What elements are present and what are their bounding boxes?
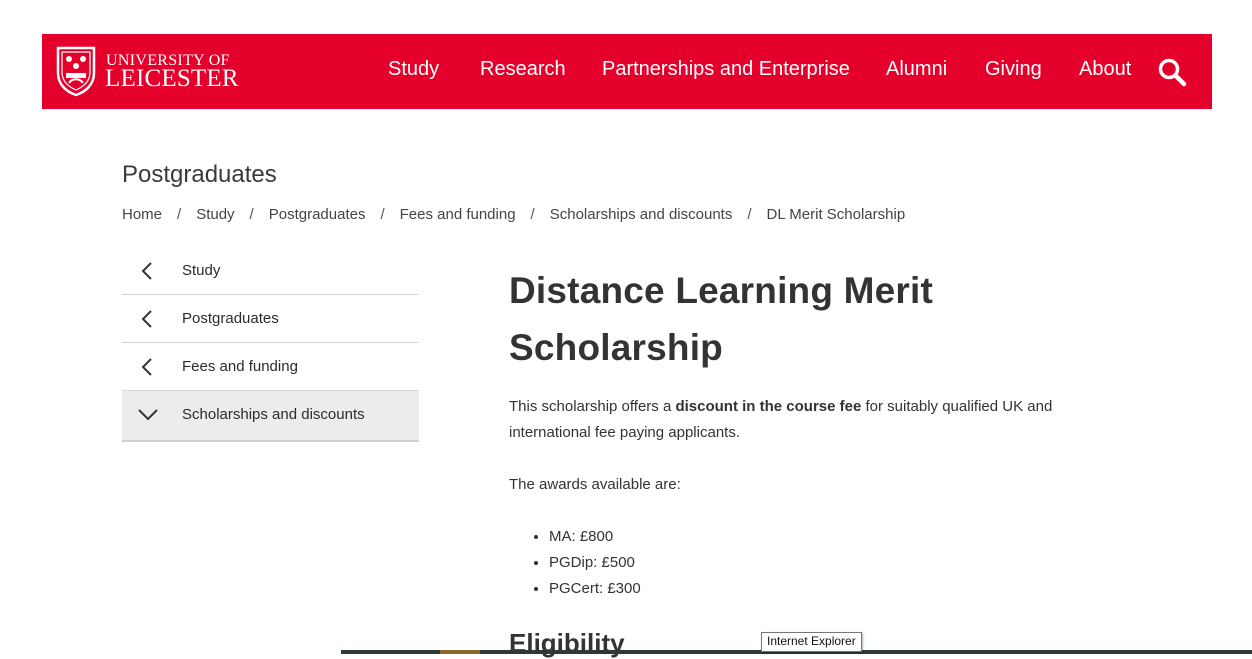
sidenav-item-label: Study xyxy=(182,262,221,279)
logo-text-line2: LEICESTER xyxy=(105,65,239,92)
tooltip: Internet Explorer xyxy=(761,632,862,652)
chevron-left-icon xyxy=(141,358,152,376)
nav-partnerships-and-enterprise[interactable]: Partnerships and Enterprise xyxy=(602,58,850,81)
taskbar-button-edge[interactable] xyxy=(440,650,480,654)
university-logo[interactable]: UNIVERSITY OF LEICESTER xyxy=(55,45,255,99)
breadcrumb: Home / Study / Postgraduates / Fees and fundin… xyxy=(122,206,905,223)
breadcrumb-home[interactable]: Home xyxy=(122,206,162,223)
nav-study[interactable]: Study xyxy=(388,58,439,81)
side-navigation: Study Postgraduates Fees and funding Sch… xyxy=(122,247,419,442)
breadcrumb-separator: / xyxy=(530,206,535,223)
sidenav-item-label: Scholarships and discounts xyxy=(182,406,365,423)
nav-research[interactable]: Research xyxy=(480,58,566,81)
page-title-line1: Distance Learning Merit xyxy=(509,270,934,311)
chevron-down-icon xyxy=(138,409,158,421)
section-title: Postgraduates xyxy=(122,161,277,188)
intro-text-before: This scholarship offers a xyxy=(509,398,676,415)
nav-giving[interactable]: Giving xyxy=(985,58,1042,81)
page-title-line2: Scholarship xyxy=(509,327,723,368)
shield-crest-icon xyxy=(56,46,96,97)
sidenav-item-study[interactable]: Study xyxy=(122,247,419,295)
award-item-pgcert: PGCert: £300 xyxy=(549,576,641,602)
chevron-left-icon xyxy=(141,310,152,328)
nav-alumni[interactable]: Alumni xyxy=(886,58,947,81)
search-icon[interactable] xyxy=(1157,57,1187,87)
intro-text-bold: discount in the course fee xyxy=(675,398,862,415)
page-title: Distance Learning Merit Scholarship xyxy=(509,262,1109,376)
breadcrumb-separator: / xyxy=(249,206,254,223)
awards-intro: The awards available are: xyxy=(509,476,681,493)
sidenav-item-fees-and-funding[interactable]: Fees and funding xyxy=(122,343,419,391)
sidenav-item-label: Fees and funding xyxy=(182,358,298,375)
chevron-left-icon xyxy=(141,262,152,280)
breadcrumb-separator: / xyxy=(380,206,385,223)
breadcrumb-separator: / xyxy=(177,206,182,223)
breadcrumb-study[interactable]: Study xyxy=(196,206,234,223)
breadcrumb-current-page: DL Merit Scholarship xyxy=(766,206,906,223)
breadcrumb-fees-and-funding[interactable]: Fees and funding xyxy=(400,206,516,223)
intro-paragraph: This scholarship offers a discount in th… xyxy=(509,394,1099,446)
award-item-ma: MA: £800 xyxy=(549,524,641,550)
eligibility-heading: Eligibility xyxy=(509,628,625,658)
site-header: UNIVERSITY OF LEICESTER Study Research P… xyxy=(42,34,1212,109)
breadcrumb-separator: / xyxy=(747,206,752,223)
sidenav-item-postgraduates[interactable]: Postgraduates xyxy=(122,295,419,343)
sidenav-item-scholarships-and-discounts[interactable]: Scholarships and discounts xyxy=(122,391,419,442)
nav-about[interactable]: About xyxy=(1079,58,1131,81)
breadcrumb-postgraduates[interactable]: Postgraduates xyxy=(269,206,366,223)
sidenav-item-label: Postgraduates xyxy=(182,310,279,327)
main-content: Distance Learning Merit Scholarship This… xyxy=(509,262,1109,658)
breadcrumb-scholarships-and-discounts[interactable]: Scholarships and discounts xyxy=(550,206,733,223)
awards-list: MA: £800 PGDip: £500 PGCert: £300 xyxy=(509,524,641,602)
award-item-pgdip: PGDip: £500 xyxy=(549,550,641,576)
